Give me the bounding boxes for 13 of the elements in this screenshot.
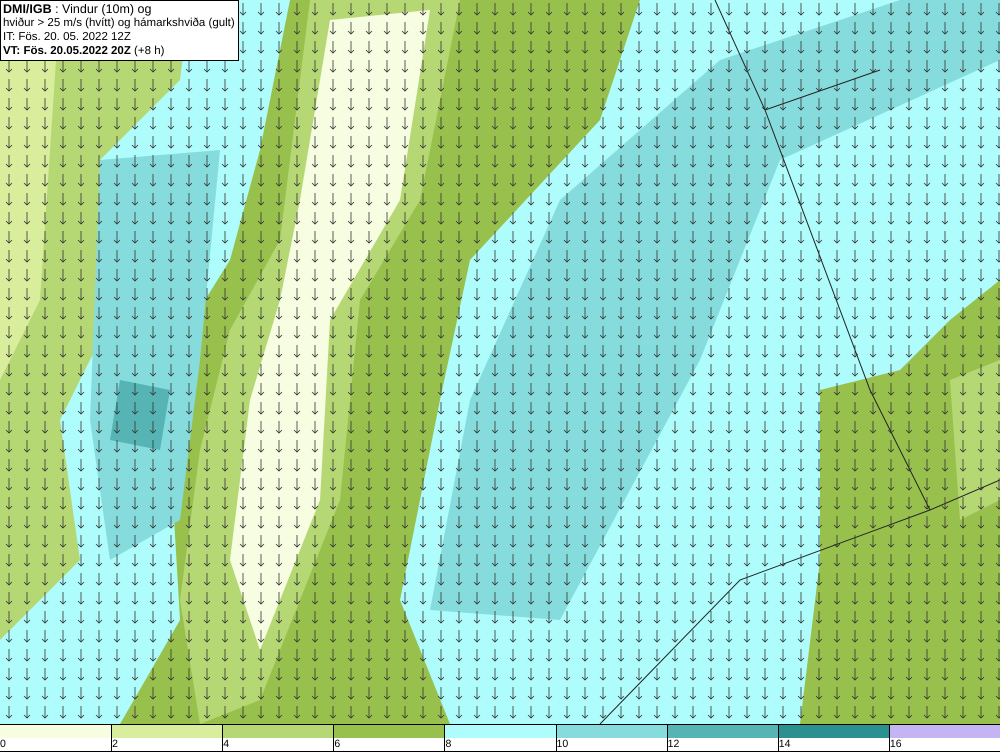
legend-label: 4 bbox=[223, 738, 230, 751]
legend-label: 16 bbox=[890, 738, 902, 751]
header-line: hviður > 25 m/s (hvítt) og hámarkshviða (gult) bbox=[3, 16, 235, 30]
header-line: IT: Fös. 20. 05. 2022 12Z bbox=[3, 30, 132, 44]
legend-label: 8 bbox=[445, 738, 452, 751]
legend-label: 2 bbox=[112, 738, 118, 751]
legend-label: 14 bbox=[778, 738, 790, 751]
header-line: VT: Fös. 20.05.2022 20Z (+8 h) bbox=[3, 44, 166, 58]
header-line: DMI/IGB : Vindur (10m) og bbox=[3, 2, 152, 16]
legend-label: 12 bbox=[668, 738, 680, 751]
legend-label: 10 bbox=[556, 738, 568, 751]
legend-label: 0 bbox=[0, 738, 6, 751]
legend-label: 6 bbox=[334, 738, 340, 751]
